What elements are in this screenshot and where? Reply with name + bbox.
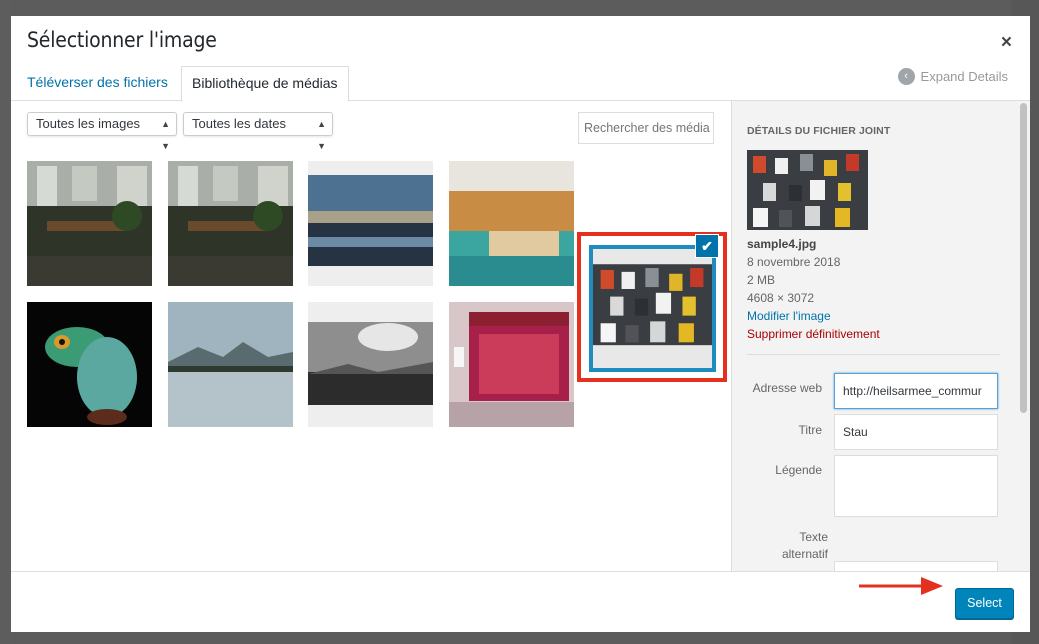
details-preview — [747, 150, 868, 230]
media-item-cloudy-landscape[interactable] — [308, 302, 433, 427]
media-browser: Toutes les images ▲ ▼ Toutes les dates ▲ ▼… — [11, 101, 731, 571]
media-item-cafe-interior[interactable] — [27, 161, 152, 286]
image-cloudy-landscape — [308, 302, 433, 427]
expand-details-label: Expand Details — [920, 69, 1008, 84]
dropdown-arrows-icon: ▲ ▼ — [161, 119, 170, 151]
title-label: Titre — [798, 423, 822, 437]
media-item-bridge-seascape[interactable] — [308, 161, 433, 286]
tab-media-library[interactable]: Bibliothèque de médias — [181, 66, 349, 102]
media-tabs: Téléverser des fichiers Bibliothèque de … — [11, 66, 1030, 102]
media-item-cafe-interior-2[interactable] — [168, 161, 293, 286]
red-arrow-icon — [859, 577, 943, 595]
caption-label: Légende — [775, 463, 822, 477]
date-filter-value: Toutes les dates — [192, 116, 286, 131]
media-item-cinema-storefront[interactable] — [449, 302, 574, 427]
alt-text-field[interactable] — [834, 561, 998, 571]
title-field[interactable]: Stau — [834, 414, 998, 450]
media-item-coastal-village[interactable] — [449, 161, 574, 286]
image-traffic-jam-preview — [747, 150, 868, 230]
selected-highlight: ✔ — [577, 232, 727, 382]
tab-upload-files[interactable]: Téléverser des fichiers — [17, 66, 178, 101]
details-heading: Détails du fichier joint — [747, 125, 891, 137]
close-icon[interactable]: × — [1001, 32, 1012, 54]
details-divider — [747, 354, 1000, 355]
scrollbar-thumb[interactable] — [1020, 103, 1027, 413]
caption-field[interactable] — [834, 455, 998, 517]
type-filter-value: Toutes les images — [36, 116, 141, 131]
media-item-lake-mountains[interactable] — [168, 302, 293, 427]
file-date: 8 novembre 2018 — [747, 255, 841, 269]
edit-image-link[interactable]: Modifier l'image — [747, 309, 831, 323]
url-field[interactable]: http://heilsarmee_commur — [834, 373, 998, 409]
date-filter-select[interactable]: Toutes les dates ▲ ▼ — [183, 112, 333, 151]
type-filter-select[interactable]: Toutes les images ▲ ▼ — [27, 112, 177, 151]
image-coastal-village — [449, 161, 574, 286]
media-item-traffic-jam[interactable] — [589, 245, 716, 372]
image-cinema-storefront — [449, 302, 574, 427]
image-cafe-interior-2 — [168, 161, 293, 286]
expand-details-button[interactable]: ‹ Expand Details — [897, 68, 1008, 85]
alt-text-label: Texte alternatif — [781, 530, 828, 561]
media-item-frog[interactable] — [27, 302, 152, 427]
url-label: Adresse web — [752, 381, 822, 395]
attachment-details-panel: Détails du fichier joint sample4.jpg 8 n… — [731, 101, 1020, 571]
file-name: sample4.jpg — [747, 237, 817, 251]
image-frog — [27, 302, 152, 427]
chevron-left-circle-icon: ‹ — [897, 68, 915, 85]
image-cafe-interior — [27, 161, 152, 286]
media-modal: Sélectionner l'image × Téléverser des fi… — [11, 16, 1030, 632]
modal-title: Sélectionner l'image — [27, 28, 217, 52]
dropdown-arrows-icon: ▲ ▼ — [317, 119, 326, 151]
image-lake-mountains — [168, 302, 293, 427]
file-size: 2 MB — [747, 273, 776, 287]
select-button[interactable]: Select — [955, 588, 1014, 619]
checkmark-icon[interactable]: ✔ — [696, 235, 718, 257]
delete-permanently-link[interactable]: Supprimer définitivement — [747, 327, 880, 341]
file-dimensions: 4608 × 3072 — [747, 291, 815, 305]
image-traffic-jam — [593, 249, 712, 368]
image-bridge-seascape — [308, 161, 433, 286]
search-input[interactable]: Rechercher des média — [578, 112, 714, 144]
sidebar-scrollbar[interactable] — [1018, 101, 1030, 571]
